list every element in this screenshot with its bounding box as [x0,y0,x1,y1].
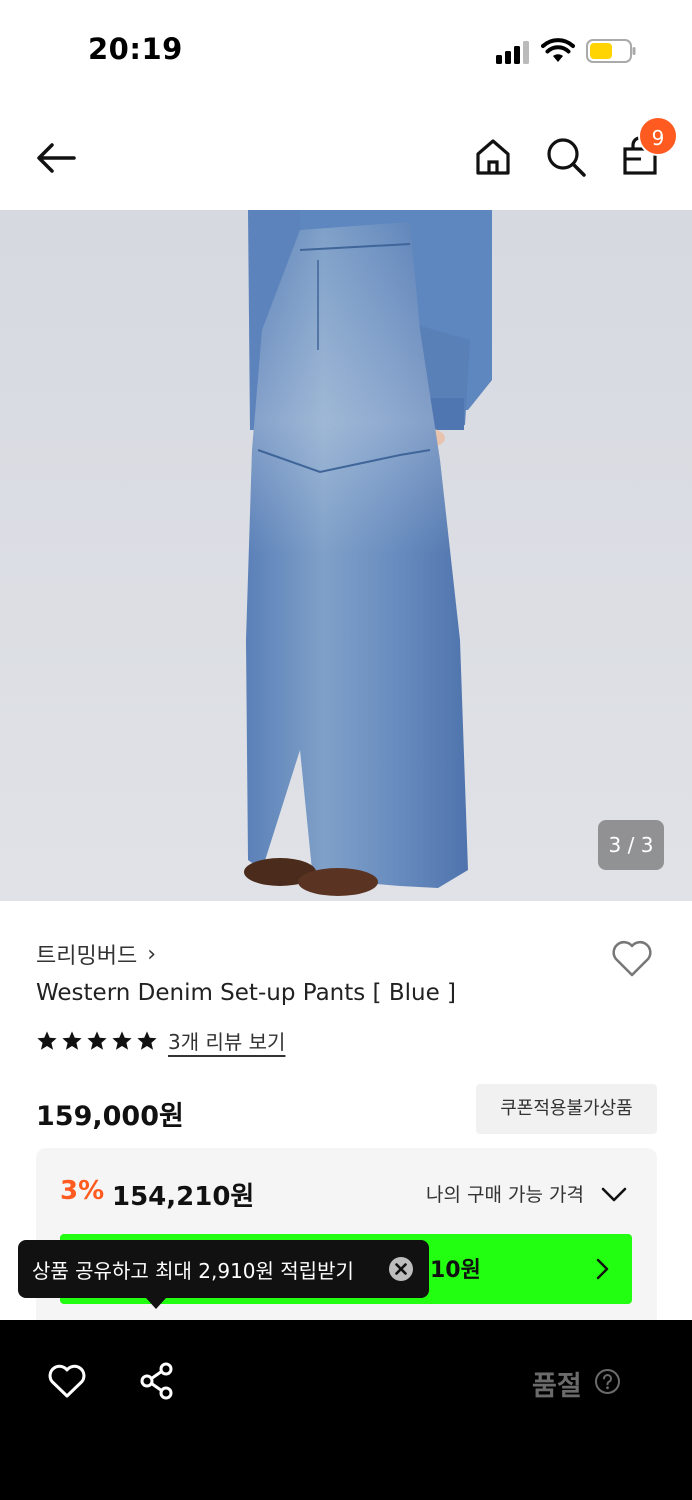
brand-link[interactable]: 트리밍버드 › [36,938,156,970]
top-navigation: 9 [0,100,692,210]
bottom-action-bar: 품절 [0,1320,692,1500]
star-icon [62,1030,82,1050]
wifi-icon [541,38,575,62]
original-price: 159,000원 [36,1101,184,1132]
heart-icon[interactable] [608,934,656,982]
benefit-amount: 10원 [430,1258,481,1283]
star-icon [137,1030,157,1050]
status-bar: 20:19 [0,0,692,100]
help-icon[interactable] [594,1368,621,1395]
signal-icon [496,41,529,64]
product-photo [0,210,692,901]
discount-price: 154,210원 [112,1182,255,1212]
tooltip-arrow [146,1298,166,1309]
search-icon[interactable] [543,134,589,180]
status-time: 20:19 [88,32,183,66]
coupon-unavailable-badge: 쿠폰적용불가상품 [476,1084,657,1134]
battery-icon [586,39,636,63]
rating-row: 3개 리뷰 보기 [36,1026,285,1055]
product-image[interactable] [0,210,692,901]
cart-count-badge: 9 [638,116,678,156]
chevron-right-icon [596,1258,609,1280]
rating-stars [36,1030,158,1052]
star-icon [112,1030,132,1050]
chevron-right-icon: › [147,941,157,967]
star-icon [37,1030,57,1050]
brand-name: 트리밍버드 [36,944,138,969]
home-icon[interactable] [470,134,516,180]
tooltip-text: 상품 공유하고 최대 2,910원 적립받기 [32,1259,354,1283]
soldout-label: 품절 [532,1371,582,1402]
close-icon[interactable] [388,1256,414,1282]
discount-rate: 3% [60,1176,105,1206]
review-link[interactable]: 3개 리뷰 보기 [168,1026,285,1055]
share-icon[interactable] [136,1360,178,1402]
chevron-down-icon[interactable] [600,1182,628,1206]
product-title: Western Denim Set-up Pants [ Blue ] [36,980,457,1006]
heart-icon[interactable] [46,1360,88,1402]
back-arrow-icon[interactable] [28,130,84,186]
star-icon [87,1030,107,1050]
my-price-toggle[interactable]: 나의 구매 가능 가격 [426,1180,584,1207]
image-counter: 3 / 3 [598,820,664,870]
share-reward-tooltip: 상품 공유하고 최대 2,910원 적립받기 [18,1240,429,1309]
